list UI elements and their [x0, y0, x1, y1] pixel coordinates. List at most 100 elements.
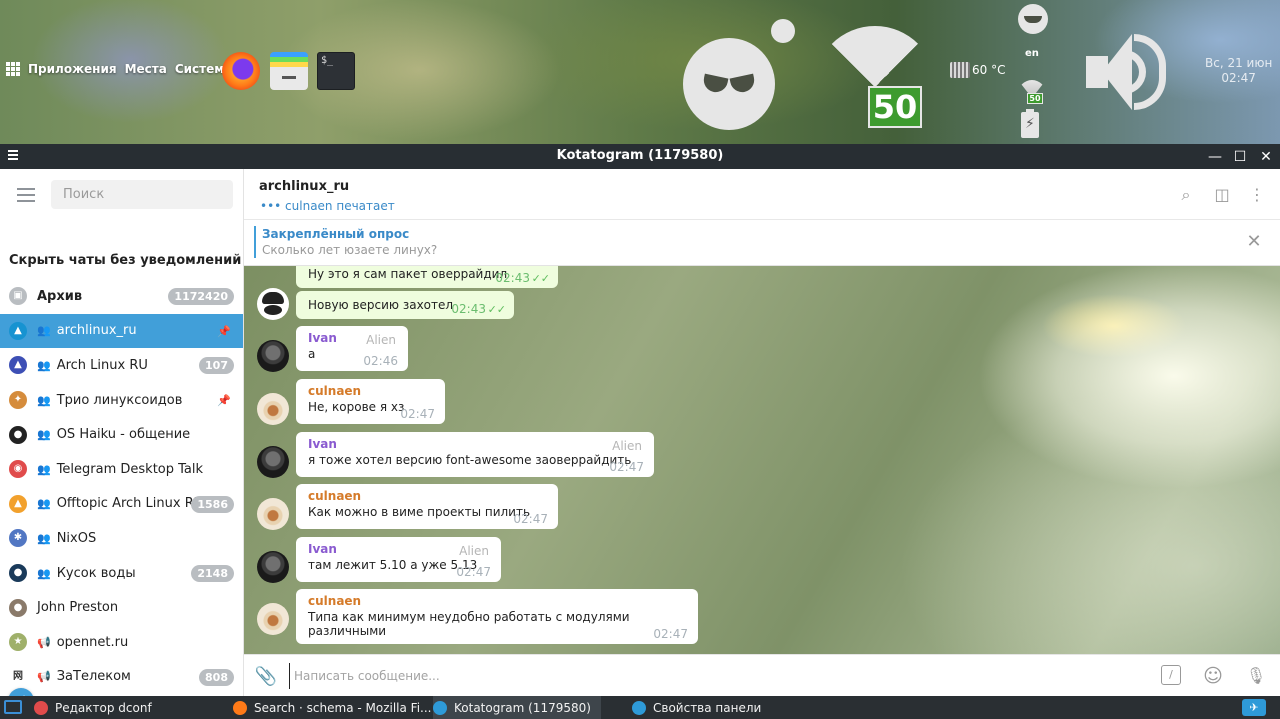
maximize-button[interactable]: ☐: [1230, 147, 1250, 167]
chat-list-item[interactable]: ● 👥 OS Haiku - общение: [0, 417, 243, 452]
mustache-applet-icon[interactable]: [683, 38, 775, 130]
hide-muted-chats-toggle[interactable]: Скрыть чаты без уведомлений: [9, 253, 241, 268]
taskbar-app-icon: [34, 700, 48, 715]
sender-avatar[interactable]: [257, 288, 289, 320]
chat-list-item[interactable]: ▣ Архив 1172420: [0, 279, 243, 314]
chat-name: Telegram Desktop Talk: [56, 461, 204, 477]
message-history[interactable]: Ну это я сам пакет оверрайдил 02:43 ✓✓ Нову…: [244, 266, 1280, 654]
admin-title: Alien: [459, 544, 489, 558]
chat-name: Arch Linux RU: [56, 357, 148, 373]
message-text: я тоже хотел версию font-awesome заоверр…: [308, 453, 632, 467]
bot-commands-icon[interactable]: /: [1161, 665, 1181, 685]
admin-title: Alien: [612, 439, 642, 453]
typing-status: ••• culnaen печатает: [260, 199, 395, 213]
volume-icon[interactable]: [1082, 28, 1174, 118]
message-bubble[interactable]: Ivan Alien а 02:46: [296, 326, 408, 371]
sender-avatar[interactable]: [257, 446, 289, 478]
message-time: 02:47: [456, 565, 491, 579]
taskbar-item-label: Свойства панели: [653, 700, 762, 715]
minimize-button[interactable]: —: [1205, 147, 1225, 167]
keyboard-layout-indicator[interactable]: en: [1025, 48, 1039, 59]
chat-list-item[interactable]: ◉ 👥 Telegram Desktop Talk: [0, 452, 243, 487]
message-sender[interactable]: culnaen: [308, 489, 548, 503]
chat-list-item[interactable]: ✦ 👥 Трио линуксоидов 📌: [0, 383, 243, 418]
chat-list-item[interactable]: ✱ 👥 NixOS: [0, 521, 243, 556]
close-pinned-icon[interactable]: ✕: [1244, 232, 1264, 252]
chat-list-item[interactable]: ▲ 👥 archlinux_ru 📌: [0, 313, 243, 349]
sender-avatar[interactable]: [257, 340, 289, 372]
sidebar-toggle-icon[interactable]: ◫: [1212, 185, 1232, 205]
chat-name: opennet.ru: [56, 634, 129, 650]
menu-applications[interactable]: Приложения: [28, 62, 117, 76]
taskbar-app-icon: [233, 700, 247, 715]
sender-avatar[interactable]: [257, 393, 289, 425]
sender-avatar[interactable]: [257, 603, 289, 635]
unread-badge: 107: [199, 357, 234, 375]
message-bubble[interactable]: Ivan Alien я тоже хотел версию font-awesom…: [296, 432, 654, 477]
group-icon: 👥: [37, 462, 51, 476]
taskbar-item[interactable]: Kotatogram (1179580): [433, 696, 601, 719]
sender-avatar[interactable]: [257, 498, 289, 530]
message-bubble[interactable]: culnaen Как можно в виме проекты пилить 02…: [296, 484, 558, 529]
message-time: 02:46: [363, 354, 398, 368]
close-button[interactable]: ✕: [1256, 147, 1276, 167]
window-titlebar[interactable]: Kotatogram (1179580) — ☐ ✕: [0, 144, 1280, 169]
message-bubble[interactable]: culnaen Типа как минимум неудобно работат…: [296, 589, 698, 644]
search-icon[interactable]: ⌕: [1176, 185, 1196, 205]
more-vertical-icon[interactable]: ⋮: [1247, 185, 1267, 205]
chat-sidebar: Скрыть чаты без уведомлений ▣ Архив 117242…: [0, 169, 244, 696]
terminal-launcher-icon[interactable]: $_: [317, 52, 355, 90]
message-bubble[interactable]: culnaen Не, корове я хз 02:47: [296, 379, 445, 424]
wifi-small-badge: 50: [1027, 93, 1043, 104]
chat-list-item[interactable]: ★ 📢 opennet.ru: [0, 625, 243, 660]
chat-list-item[interactable]: ● John Preston: [0, 590, 243, 625]
taskbar-item[interactable]: Свойства панели: [632, 696, 771, 719]
message-input[interactable]: [289, 663, 1149, 689]
message-text: Не, корове я хз: [308, 400, 405, 414]
firefox-launcher-icon[interactable]: [222, 52, 260, 90]
group-icon: 👥: [37, 393, 51, 407]
menu-places[interactable]: Места: [125, 62, 167, 76]
battery-charging-icon[interactable]: ⚡: [1021, 109, 1039, 138]
taskbar-item-label: Search · schema - Mozilla Fi...: [254, 700, 432, 715]
unread-badge: 1172420: [168, 288, 234, 305]
message-sender[interactable]: culnaen: [308, 384, 435, 398]
chat-avatar: 网: [9, 667, 27, 686]
chat-name: Трио линуксоидов: [56, 392, 183, 408]
message-time: 02:43: [495, 271, 530, 285]
chat-list-item[interactable]: ▲ 👥 Arch Linux RU 107: [0, 348, 243, 383]
emoji-icon[interactable]: ☺: [1202, 665, 1224, 687]
telegram-tray-icon[interactable]: ✈: [1242, 699, 1266, 716]
chat-name: Кусок воды: [56, 565, 136, 581]
read-checkmark-icon: ✓✓: [531, 272, 550, 285]
file-manager-launcher-icon[interactable]: [270, 52, 308, 90]
chat-title[interactable]: archlinux_ru: [259, 179, 349, 194]
message-bubble[interactable]: Новую версию захотел 02:43 ✓✓: [296, 291, 514, 319]
chat-name: Архив: [37, 288, 83, 304]
pinned-message-bar[interactable]: Закреплённый опрос Сколько лет юзаете ли…: [244, 220, 1280, 266]
chat-avatar: ●: [9, 564, 27, 583]
message-bubble[interactable]: Ivan Alien там лежит 5.10 а уже 5.13 02:47: [296, 537, 501, 582]
search-input[interactable]: [51, 180, 233, 209]
chat-list-item[interactable]: 网 📢 ЗаТелеком 808: [0, 660, 243, 695]
attach-icon[interactable]: 📎: [254, 665, 278, 689]
panel-clock[interactable]: Вс, 21 июн 02:47: [1205, 56, 1272, 86]
mustache-small-icon[interactable]: [1018, 4, 1048, 34]
message-sender[interactable]: culnaen: [308, 594, 688, 608]
chat-list-item[interactable]: ● 👥 Кусок воды 2148: [0, 556, 243, 591]
main-menu-icon[interactable]: [17, 188, 35, 202]
chat-avatar: ✱: [9, 529, 27, 548]
apps-grid-icon[interactable]: [6, 62, 20, 76]
chat-avatar: ◉: [9, 460, 27, 479]
sender-avatar[interactable]: [257, 551, 289, 583]
pin-icon: 📌: [217, 324, 231, 338]
kotatogram-window: Kotatogram (1179580) — ☐ ✕ Скрыть чаты б…: [0, 144, 1280, 696]
message-sender[interactable]: Ivan: [308, 437, 644, 451]
microphone-icon[interactable]: 🎙: [1245, 665, 1267, 687]
message-bubble[interactable]: Ну это я сам пакет оверрайдил 02:43 ✓✓: [296, 266, 558, 288]
taskbar-item[interactable]: Редактор dconf: [34, 696, 162, 719]
cpu-temperature-icon: [950, 62, 970, 78]
chat-list-item[interactable]: ▲ 👥 Offtopic Arch Linux RU 1586: [0, 487, 243, 522]
show-desktop-icon[interactable]: [4, 700, 22, 714]
taskbar-item[interactable]: Search · schema - Mozilla Fi...: [233, 696, 441, 719]
